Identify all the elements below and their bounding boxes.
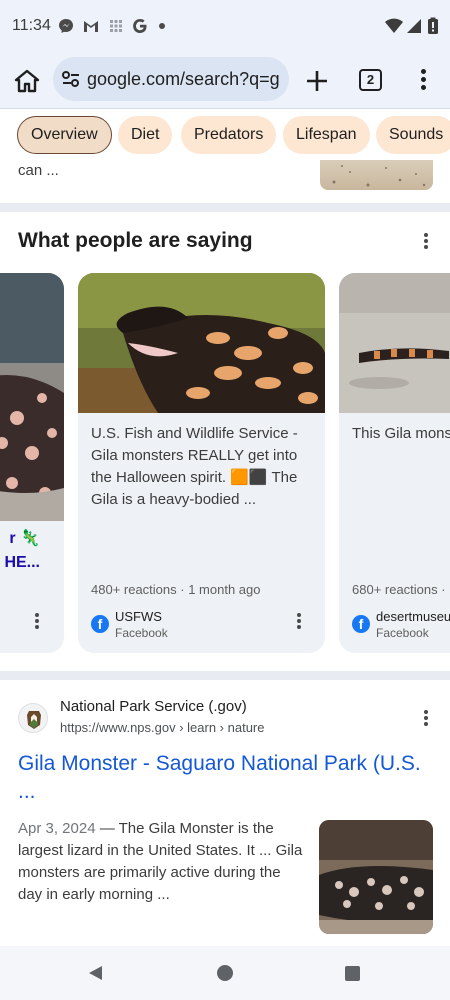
card-reactions: 480+ reactions · 1 month ago [91, 582, 261, 597]
teaser-line-2: I HE... [0, 554, 40, 571]
url-text: google.com/search?q=g [87, 69, 280, 89]
social-card-previous[interactable]: r 🦎 I HE... [0, 273, 64, 653]
result-more-icon[interactable] [416, 708, 436, 728]
card-text: This Gila mons Arizona-Sonora [352, 425, 450, 442]
site-settings-icon[interactable] [61, 70, 81, 88]
status-time: 11:34 [12, 17, 51, 34]
card-platform: Facebook [376, 626, 429, 640]
home-icon[interactable] [12, 66, 42, 96]
chip-overview[interactable]: Overview [17, 116, 112, 154]
section-divider [0, 203, 450, 212]
system-nav-bar [0, 946, 450, 1000]
card-more-icon[interactable] [289, 611, 309, 631]
grid-icon [110, 20, 122, 32]
facebook-icon: f [352, 615, 370, 633]
chip-diet[interactable]: Diet [118, 116, 173, 154]
messenger-icon [59, 19, 73, 33]
chip-predators[interactable]: Predators [181, 116, 277, 154]
card-platform: Facebook [115, 626, 168, 640]
snippet-thumbnail[interactable] [320, 160, 433, 190]
result-date: Apr 3, 2024 [18, 820, 96, 837]
chip-lifespan[interactable]: Lifespan [283, 116, 370, 154]
social-card[interactable]: U.S. Fish and Wildlife Service - Gila mo… [78, 273, 325, 653]
new-tab-icon[interactable] [302, 66, 332, 96]
tab-switcher-button[interactable]: 2 [359, 69, 382, 91]
teaser-line-1: r 🦎 [9, 530, 40, 547]
card-image [0, 273, 64, 521]
wifi-icon [385, 18, 403, 33]
card-image [78, 273, 325, 413]
chip-sounds[interactable]: Sounds [376, 116, 450, 154]
snippet-text: can ... [18, 162, 59, 179]
result-thumbnail[interactable] [319, 820, 433, 934]
result-title-link[interactable]: Gila Monster - Saguaro National Park (U.… [18, 750, 438, 778]
address-bar[interactable]: google.com/search?q=g [53, 57, 289, 101]
card-reactions: 680+ reactions · [352, 582, 446, 597]
screen: 11:34 google.com/search?q=g 2 Overview D… [0, 0, 450, 1000]
facebook-icon: f [91, 615, 109, 633]
section-divider [0, 671, 450, 680]
card-image [339, 273, 450, 413]
signal-icon [407, 19, 421, 33]
topic-chips: Overview Diet Predators Lifespan Sounds [0, 108, 450, 160]
result-description: Apr 3, 2024 — The Gila Monster is the la… [18, 818, 303, 906]
nps-logo-icon[interactable] [18, 703, 48, 733]
section-more-icon[interactable] [416, 231, 436, 251]
recents-icon[interactable] [345, 966, 360, 981]
social-card-next[interactable]: This Gila mons Arizona-Sonora 680+ react… [339, 273, 450, 653]
card-author[interactable]: USFWS [115, 609, 162, 624]
card-author[interactable]: desertmuseu [376, 609, 450, 624]
home-nav-icon[interactable] [217, 965, 233, 981]
dot-icon [159, 23, 165, 29]
card-teaser: r 🦎 I HE... [0, 527, 40, 575]
card-text: U.S. Fish and Wildlife Service - Gila mo… [91, 425, 298, 508]
gmail-icon [84, 21, 98, 32]
result-site-name[interactable]: National Park Service (.gov) [60, 698, 247, 715]
card-more-icon[interactable] [27, 611, 47, 631]
status-bar: 11:34 [0, 0, 450, 54]
back-icon[interactable] [87, 964, 105, 982]
browser-toolbar: google.com/search?q=g 2 [0, 54, 450, 108]
section-title: What people are saying [18, 229, 253, 252]
overflow-menu-icon[interactable] [413, 66, 433, 96]
battery-icon [428, 17, 438, 34]
result-title-ellipsis[interactable]: ... [18, 780, 36, 804]
result-url[interactable]: https://www.nps.gov › learn › nature [60, 720, 264, 735]
google-icon [133, 19, 147, 33]
